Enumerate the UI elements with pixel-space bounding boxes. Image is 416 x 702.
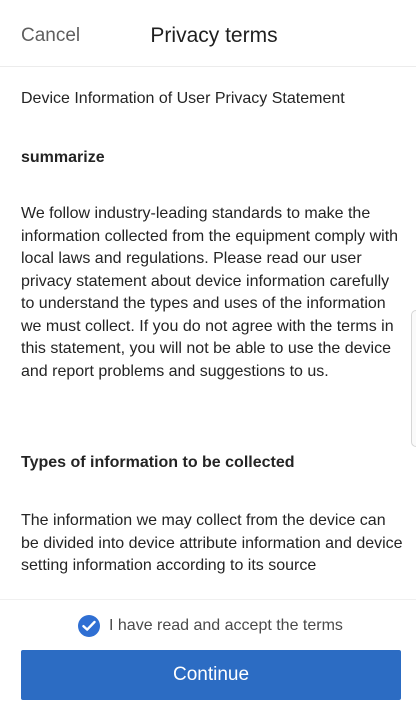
- accept-checkbox[interactable]: [78, 615, 100, 637]
- accept-terms-row[interactable]: I have read and accept the terms: [0, 614, 416, 638]
- page-title: Privacy terms: [150, 24, 278, 47]
- terms-content[interactable]: Device Information of User Privacy State…: [0, 67, 416, 599]
- check-icon: [82, 620, 96, 631]
- footer: I have read and accept the terms Continu…: [0, 599, 416, 702]
- scrollbar[interactable]: [411, 310, 416, 447]
- continue-button[interactable]: Continue: [21, 650, 401, 700]
- header-bar: Cancel Privacy terms: [0, 0, 416, 67]
- privacy-terms-screen: Cancel Privacy terms Device Information …: [0, 0, 416, 702]
- types-heading: Types of information to be collected: [21, 454, 295, 471]
- types-paragraph: The information we may collect from the …: [21, 512, 403, 574]
- summary-paragraph: We follow industry-leading standards to …: [21, 205, 399, 380]
- summary-heading: summarize: [21, 149, 105, 166]
- intro-text: Device Information of User Privacy State…: [21, 90, 345, 107]
- accept-terms-label[interactable]: I have read and accept the terms: [109, 615, 343, 637]
